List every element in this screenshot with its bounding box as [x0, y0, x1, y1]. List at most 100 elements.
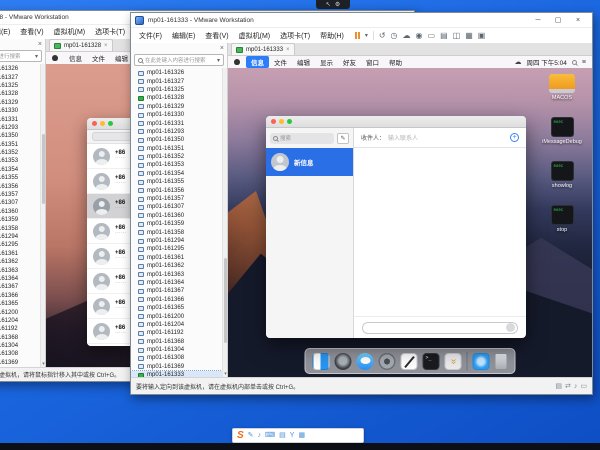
show-thumbnails-icon[interactable]: ▤ — [440, 32, 448, 40]
send-ctrl-alt-del-icon[interactable]: ↺ — [379, 32, 386, 40]
vm-list-item[interactable]: mp01-161354 — [0, 166, 40, 174]
vm-list-item[interactable]: mp01-161358 — [131, 228, 222, 236]
mac-menu-item[interactable]: 好友 — [338, 57, 361, 67]
mac-app-menu[interactable]: 信息 — [246, 56, 269, 68]
vm-list-item[interactable]: mp01-161361 — [0, 250, 40, 258]
vm-list-item[interactable]: mp01-161330 — [0, 107, 40, 115]
vm-list-item[interactable]: mp01-161363 — [0, 266, 40, 274]
vm-list-item[interactable]: mp01-161304 — [131, 346, 222, 354]
vm-list-item[interactable]: mp01-161350 — [131, 136, 222, 144]
close-button[interactable]: × — [568, 13, 588, 27]
vm-list-item[interactable]: mp01-161355 — [0, 174, 40, 182]
library-scrollbar[interactable]: ▾ — [40, 64, 45, 367]
dock-icon[interactable] — [495, 353, 508, 370]
dock-icon[interactable] — [357, 353, 374, 370]
search-filter-caret-icon[interactable]: ▾ — [217, 57, 220, 64]
pause-button[interactable] — [355, 32, 360, 39]
vm-list-item[interactable]: mp01-161326 — [131, 69, 222, 77]
vm-list-item[interactable]: mp01-161328 — [131, 94, 222, 102]
vm-list-item[interactable]: mp01-161360 — [131, 212, 222, 220]
vm-list-item[interactable]: mp01-161367 — [131, 287, 222, 295]
vm-list-item[interactable]: mp01-161350 — [0, 132, 40, 140]
maximize-button[interactable]: ▢ — [548, 13, 568, 27]
vm-list-item[interactable]: mp01-161294 — [131, 237, 222, 245]
minimize-traffic-icon[interactable] — [100, 121, 105, 126]
fullscreen-icon[interactable]: ▦ — [465, 32, 473, 40]
mac-menu-item[interactable]: 窗口 — [361, 57, 384, 67]
vm-list-item[interactable]: mp01-161356 — [131, 186, 222, 194]
vm-list-item[interactable]: mp01-161357 — [131, 195, 222, 203]
vm-list-item[interactable]: mp01-161353 — [0, 157, 40, 165]
vm-list-item[interactable]: mp01-161369 — [131, 363, 222, 371]
vm-list-item[interactable]: mp01-161368 — [0, 334, 40, 342]
apple-icon[interactable] — [234, 59, 240, 65]
vm-list-item[interactable]: mp01-161364 — [0, 275, 40, 283]
search-filter-caret-icon[interactable]: ▾ — [35, 53, 38, 60]
menubar-clock[interactable]: 周四 下午5:04 — [526, 57, 566, 67]
zoom-traffic-icon[interactable] — [108, 121, 113, 126]
vm-list-item[interactable]: mp01-161329 — [0, 99, 40, 107]
vm-list-item[interactable]: mp01-161295 — [0, 241, 40, 249]
vm-list-item[interactable]: mp01-161204 — [0, 317, 40, 325]
vm-list-item[interactable]: mp01-161352 — [131, 153, 222, 161]
library-close-icon[interactable]: × — [220, 45, 224, 52]
vm-list-item[interactable]: mp01-161307 — [131, 203, 222, 211]
vm-list-item[interactable]: mp01-161361 — [131, 254, 222, 262]
vm-list-item[interactable]: mp01-161308 — [0, 350, 40, 358]
close-traffic-icon[interactable] — [271, 119, 276, 124]
dock-icon[interactable] — [423, 353, 440, 370]
menu-item[interactable]: 虚拟机(M) — [49, 27, 91, 37]
tab-close-icon[interactable]: × — [104, 43, 108, 49]
vm-list-item[interactable]: mp01-161363 — [131, 270, 222, 278]
vm-list-item[interactable]: mp01-161365 — [131, 304, 222, 312]
recipient-bar[interactable]: 收件人： 输入联系人 + — [354, 128, 526, 148]
window1-library-search[interactable]: 在此处键入内容进行搜索 ▾ — [0, 50, 42, 62]
pause-caret-icon[interactable]: ▾ — [365, 32, 368, 39]
menu-item[interactable]: 选项卡(T) — [275, 31, 315, 41]
menu-item[interactable]: 文件(F) — [134, 31, 167, 41]
mac-menu-item[interactable]: 文件 — [269, 57, 292, 67]
desktop-icon[interactable]: MACOS — [540, 74, 584, 101]
vm-list-item[interactable]: mp01-161192 — [131, 329, 222, 337]
vm-list-item[interactable]: mp01-161364 — [131, 279, 222, 287]
vm-list-item[interactable]: mp01-161367 — [0, 283, 40, 291]
vm-list-item[interactable]: mp01-161325 — [131, 86, 222, 94]
vm-list-item[interactable]: mp01-161366 — [0, 292, 40, 300]
hard-disk-icon[interactable]: ▤ — [555, 383, 562, 390]
vm-list-item[interactable]: mp01-161351 — [0, 141, 40, 149]
vm-list-item[interactable]: mp01-161352 — [0, 149, 40, 157]
vm-list-item[interactable]: mp01-161362 — [0, 258, 40, 266]
show-library-icon[interactable]: ▭ — [428, 32, 436, 40]
vm2-messages-titlebar[interactable] — [266, 116, 526, 128]
ime-toolbar[interactable]: S ✎♪⌨▤Y▦ — [232, 428, 364, 443]
vm-list-item[interactable]: mp01-161295 — [131, 245, 222, 253]
menu-item[interactable]: 帮助(H) — [315, 31, 349, 41]
keyboard-icon[interactable]: ⌨ — [265, 432, 275, 439]
vm-list-item[interactable]: mp01-161331 — [0, 115, 40, 123]
notification-center-icon[interactable]: ≡ — [582, 59, 586, 66]
vm-list-item[interactable]: mp01-161362 — [131, 262, 222, 270]
desktop-icon[interactable]: exec stop — [540, 205, 584, 233]
vm-list-item[interactable]: mp01-161204 — [131, 321, 222, 329]
add-recipient-button[interactable]: + — [510, 133, 519, 142]
close-traffic-icon[interactable] — [92, 121, 97, 126]
unity-icon[interactable]: ▣ — [478, 32, 486, 40]
vm-list-item[interactable]: mp01-161200 — [0, 308, 40, 316]
vm-list-item[interactable]: mp01-161330 — [131, 111, 222, 119]
vm-list-item[interactable]: mp01-161294 — [0, 233, 40, 241]
menu-item[interactable]: 编辑(E) — [167, 31, 200, 41]
vm-tab[interactable]: mp01-161328 × — [49, 39, 113, 51]
library-close-icon[interactable]: × — [38, 41, 42, 48]
windows-taskbar[interactable] — [0, 443, 600, 450]
vm2-messages-window[interactable]: 搜索 ✎ 新信息 收件人： 输入 — [266, 116, 526, 338]
vm-list-item[interactable]: mp01-161293 — [0, 124, 40, 132]
sound-icon[interactable]: ♪ — [574, 383, 578, 390]
vm-list-item[interactable]: mp01-161327 — [131, 77, 222, 85]
mac-menu-item[interactable]: 编辑 — [292, 57, 315, 67]
mac-menu-item[interactable]: 显示 — [315, 57, 338, 67]
revert-snapshot-icon[interactable]: ☁ — [403, 32, 411, 40]
dock-icon[interactable] — [401, 353, 418, 370]
dock-icon[interactable] — [445, 353, 462, 370]
cursor-icon[interactable]: ↖ — [326, 2, 331, 8]
pen-icon[interactable]: ✎ — [248, 432, 254, 439]
